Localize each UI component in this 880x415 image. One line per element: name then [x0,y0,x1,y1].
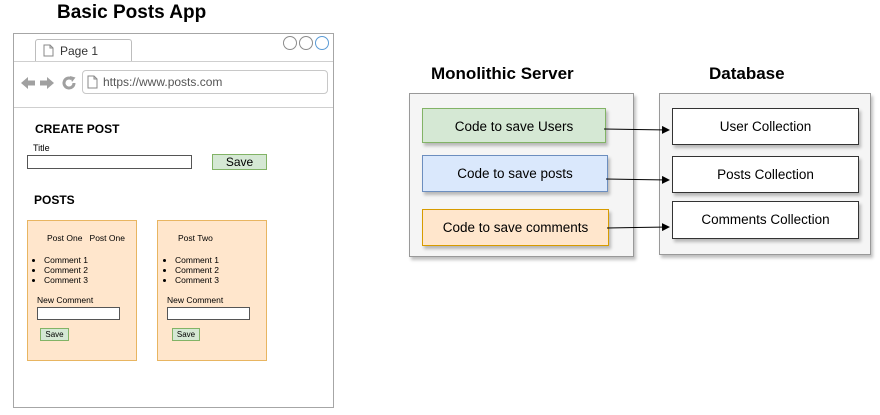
arrow-posts [605,175,670,184]
connector-arrows [603,125,670,232]
arrow-users [603,125,670,134]
arrow-comments [606,223,670,232]
